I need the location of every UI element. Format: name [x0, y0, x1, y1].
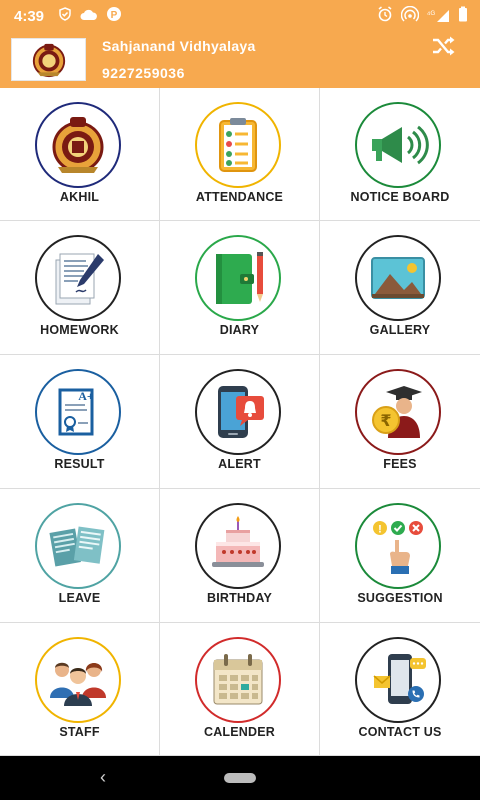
- switch-school-button[interactable]: [426, 32, 462, 60]
- menu-label: ALERT: [218, 457, 261, 471]
- shuffle-icon: [433, 36, 455, 56]
- signal-label: ⁴ᴳ: [426, 9, 435, 19]
- document-pen-icon: [55, 253, 104, 305]
- menu-label: DIARY: [219, 323, 260, 337]
- status-time: 4:39: [14, 7, 45, 25]
- menu-icon-circle: [195, 102, 281, 188]
- menu-tile-suggestion[interactable]: ! SUGGESTION: [320, 489, 480, 623]
- menu-label: GALLERY: [369, 323, 431, 337]
- menu-label: SUGGESTION: [357, 591, 443, 605]
- hand-choice-icon: !: [373, 521, 423, 574]
- people-group-icon: [50, 662, 106, 706]
- calendar-icon: [213, 654, 263, 705]
- svg-text:P: P: [111, 10, 118, 21]
- menu-icon-circle: [195, 637, 281, 723]
- menu-tile-notice-board[interactable]: NOTICE BOARD: [320, 88, 480, 221]
- menu-label: STAFF: [59, 725, 100, 739]
- phone-alert-icon: [218, 386, 264, 438]
- menu-icon-circle: [355, 102, 441, 188]
- menu-tile-attendance[interactable]: ATTENDANCE: [160, 88, 320, 221]
- battery-icon: [458, 6, 468, 26]
- checklist-icon: [219, 118, 257, 172]
- menu-tile-akhil[interactable]: AKHIL: [0, 88, 160, 221]
- menu-tile-gallery[interactable]: GALLERY: [320, 221, 480, 355]
- menu-label: CALENDER: [203, 725, 276, 739]
- menu-label: NOTICE BOARD: [350, 190, 450, 204]
- hotspot-icon: [400, 5, 419, 26]
- menu-tile-calender[interactable]: CALENDER: [160, 623, 320, 756]
- menu-icon-circle: [355, 637, 441, 723]
- documents-icon: [49, 526, 105, 567]
- menu-tile-leave[interactable]: LEAVE: [0, 489, 160, 623]
- menu-tile-staff[interactable]: STAFF: [0, 623, 160, 756]
- p-badge-icon: P: [106, 6, 122, 26]
- graduate-rupee-icon: ₹: [372, 386, 422, 438]
- menu-icon-circle: [35, 637, 121, 723]
- svg-text:₹: ₹: [380, 411, 391, 430]
- phone-contact-icon: [373, 654, 426, 704]
- menu-label: ATTENDANCE: [195, 190, 284, 204]
- menu-label: LEAVE: [58, 591, 101, 605]
- status-right-icons: ⁴ᴳ: [377, 5, 468, 26]
- menu-icon-circle: [35, 102, 121, 188]
- shield-check-icon: [58, 7, 72, 25]
- signal-icon: ⁴ᴳ: [427, 9, 450, 23]
- school-name: Sahjanand Vidhyalaya: [102, 38, 256, 54]
- menu-label: FEES: [383, 457, 417, 471]
- menu-tile-contact-us[interactable]: CONTACT US: [320, 623, 480, 756]
- megaphone-icon: [372, 125, 429, 165]
- home-pill-button[interactable]: [224, 773, 256, 783]
- menu-icon-circle: [195, 235, 281, 321]
- menu-label: AKHIL: [59, 190, 100, 204]
- status-bar: 4:39 P ⁴ᴳ: [0, 0, 480, 32]
- menu-tile-homework[interactable]: HOMEWORK: [0, 221, 160, 355]
- menu-icon-circle: [355, 235, 441, 321]
- menu-icon-circle: [195, 369, 281, 455]
- menu-tile-result[interactable]: A+ RESULT: [0, 355, 160, 489]
- cake-icon: [212, 516, 264, 567]
- menu-tile-birthday[interactable]: BIRTHDAY: [160, 489, 320, 623]
- back-button[interactable]: ‹: [100, 767, 106, 788]
- menu-icon-circle: !: [355, 503, 441, 589]
- svg-text:!: !: [378, 524, 382, 536]
- menu-tile-alert[interactable]: ALERT: [160, 355, 320, 489]
- menu-tile-fees[interactable]: ₹ FEES: [320, 355, 480, 489]
- menu-label: CONTACT US: [358, 725, 442, 739]
- menu-icon-circle: [195, 503, 281, 589]
- app-header: Sahjanand Vidhyalaya 9227259036: [0, 32, 480, 88]
- menu-icon-circle: [35, 503, 121, 589]
- school-logo: [11, 38, 86, 81]
- school-emblem-icon: [32, 43, 65, 77]
- status-left-icons: P: [58, 6, 122, 26]
- menu-icon-circle: A+: [35, 369, 121, 455]
- svg-text:A+: A+: [78, 389, 94, 403]
- menu-grid: AKHIL ATTENDANCE NOTICE BOARD HOMEWORK D…: [0, 88, 480, 756]
- school-phone: 9227259036: [102, 65, 185, 81]
- menu-icon-circle: [35, 235, 121, 321]
- cloud-icon: [80, 8, 98, 25]
- menu-label: BIRTHDAY: [206, 591, 273, 605]
- menu-label: HOMEWORK: [40, 323, 119, 337]
- certificate-icon: A+: [58, 388, 94, 436]
- menu-icon-circle: ₹: [355, 369, 441, 455]
- system-nav-bar: ‹: [0, 756, 480, 800]
- menu-label: RESULT: [54, 457, 105, 471]
- menu-tile-diary[interactable]: DIARY: [160, 221, 320, 355]
- school-emblem-icon: [52, 117, 104, 173]
- diary-icon: [216, 252, 263, 304]
- picture-icon: [371, 257, 425, 299]
- alarm-icon: [377, 6, 393, 26]
